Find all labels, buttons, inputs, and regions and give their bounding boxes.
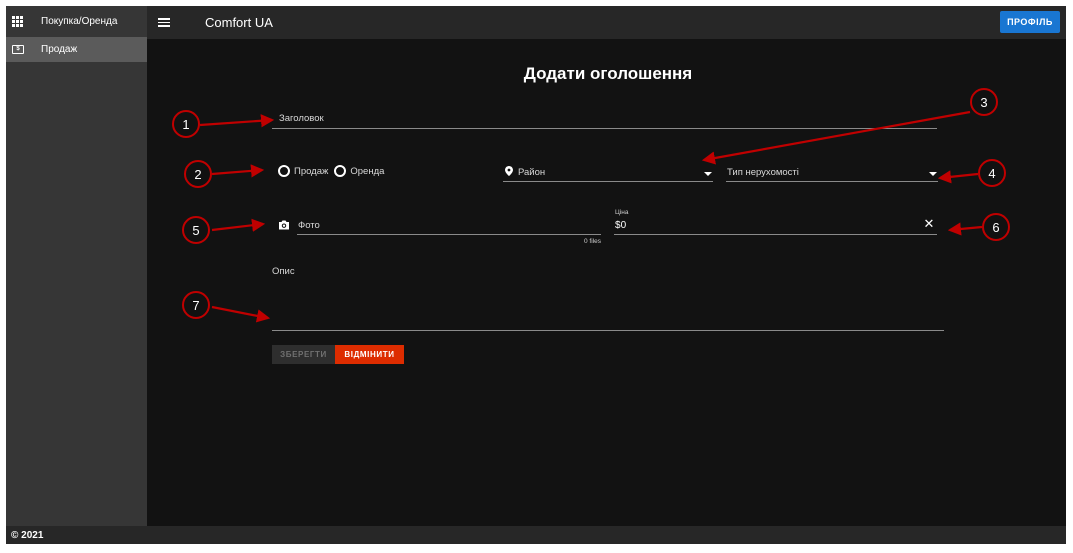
page-title: Додати оголошення [523,64,693,83]
apps-grid-icon [12,15,24,28]
description-textarea[interactable] [272,280,944,331]
photo-files-count: 0 files [584,238,601,245]
sidebar-item-sale[interactable]: $ Продаж [6,37,147,62]
photo-file-input[interactable]: Фото [297,217,601,235]
sidebar: Покупка/Оренда $ Продаж [6,6,147,526]
radio-sale-label: Продаж [294,165,329,177]
radio-sale[interactable]: Продаж [278,165,328,177]
camera-icon[interactable] [278,220,290,230]
chevron-down-icon [929,172,937,176]
price-value: $0 [615,220,626,231]
profile-button[interactable]: ПРОФІЛЬ [1000,11,1060,33]
chevron-down-icon [704,172,712,176]
copyright-text: © 2021 [11,529,44,541]
cancel-button[interactable]: ВІДМІНИТИ [335,345,404,364]
description-label: Опис [272,266,295,277]
sidebar-item-label: Продаж [41,44,78,55]
title-input[interactable]: Заголовок [272,110,937,129]
property-type-placeholder: Тип нерухомості [727,167,799,178]
location-pin-icon [505,166,513,176]
clear-icon[interactable]: ✕ [923,217,935,230]
photo-placeholder: Фото [298,220,320,231]
district-select[interactable]: Район [503,164,713,182]
district-placeholder: Район [518,167,546,178]
property-type-select[interactable]: Тип нерухомості [726,164,938,182]
sidebar-header[interactable]: Покупка/Оренда [6,6,147,37]
footer: © 2021 [6,526,1066,544]
hamburger-menu-icon[interactable] [158,16,170,30]
deal-type-radio-group: Продаж Оренда [278,165,384,177]
radio-rent[interactable]: Оренда [334,165,384,177]
cash-icon: $ [12,45,24,54]
price-label: Ціна [615,209,629,216]
radio-circle-icon [334,165,347,177]
price-amount: 0 [620,220,627,231]
save-button[interactable]: ЗБЕРЕГТИ [272,345,335,364]
top-bar: Comfort UA ПРОФІЛЬ [147,6,1066,39]
radio-circle-icon [278,165,290,177]
radio-rent-label: Оренда [350,165,385,177]
sidebar-header-label: Покупка/Оренда [41,16,118,27]
price-input[interactable]: $0 ✕ [614,217,937,235]
form-actions: ЗБЕРЕГТИ ВІДМІНИТИ [272,345,404,364]
title-placeholder: Заголовок [279,113,324,124]
app-window: Покупка/Оренда $ Продаж Comfort UA ПРОФІ… [6,6,1066,544]
app-title: Comfort UA [205,15,273,30]
